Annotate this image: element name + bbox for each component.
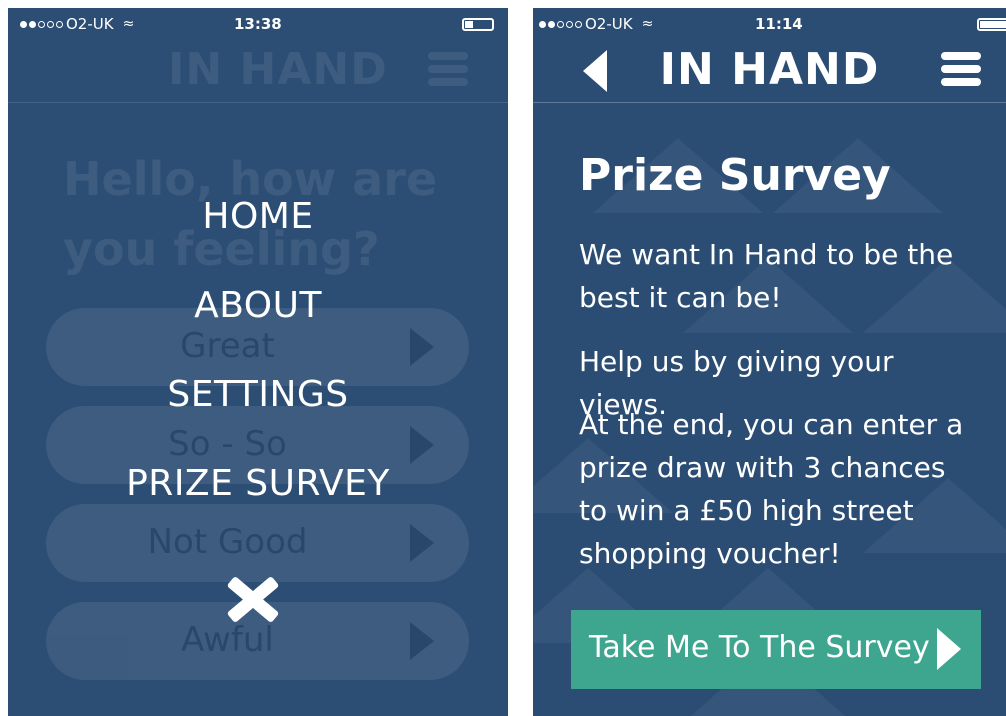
app-title-faded: IN HAND [168,44,388,95]
prize-survey-screen: O2-UK ≈ 11:14 IN HAND Prize Survey We wa… [533,8,1006,716]
mood-label: Awful [181,620,274,660]
header-divider [533,102,1006,103]
take-survey-button[interactable]: Take Me To The Survey [571,610,981,689]
chevron-right-icon [410,426,434,464]
chevron-right-icon [410,328,434,366]
mood-label: So - So [168,424,287,464]
chevron-right-icon [937,628,961,670]
wifi-icon: ≈ [641,16,654,32]
page-title: Prize Survey [579,150,891,201]
mood-notgood-faded: Not Good [46,504,469,582]
status-bar: O2-UK ≈ 11:14 [533,8,1006,38]
menu-screen: O2-UK ≈ 13:38 IN HAND Hello, how are you… [8,8,508,716]
chevron-right-icon [410,524,434,562]
signal-icon [539,20,582,28]
menu-item-prize-survey[interactable]: PRIZE SURVEY [8,463,508,504]
prize-paragraph: At the end, you can enter a prize draw w… [579,408,964,570]
close-icon[interactable] [228,576,278,622]
intro-paragraph: We want In Hand to be the best it can be… [579,238,954,314]
menu-item-home[interactable]: HOME [8,196,508,237]
carrier-name: O2-UK [585,15,633,33]
mood-label: Great [180,326,275,366]
carrier-indicator: O2-UK ≈ [539,15,653,33]
header-divider [8,102,508,103]
hamburger-icon-faded [428,52,468,91]
chevron-right-icon [410,622,434,660]
take-survey-label: Take Me To The Survey [589,630,930,665]
battery-icon [977,18,1006,31]
menu-item-settings[interactable]: SETTINGS [8,374,508,415]
status-time: 11:14 [755,15,803,33]
mood-label: Not Good [147,522,308,562]
menu-item-about[interactable]: ABOUT [8,285,508,326]
hamburger-menu-icon[interactable] [941,52,981,91]
app-title: IN HAND [659,44,880,95]
